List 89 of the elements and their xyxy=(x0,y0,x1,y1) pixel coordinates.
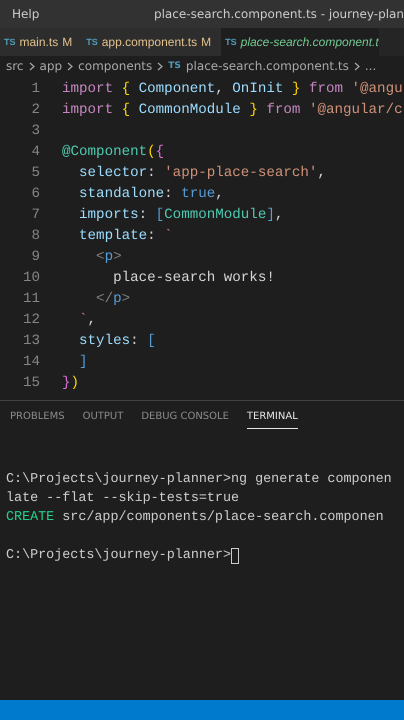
breadcrumb-item[interactable]: components xyxy=(78,59,152,73)
panel-tab[interactable]: OUTPUT xyxy=(82,411,124,429)
terminal-prompt: C:\Projects\journey-planner> xyxy=(6,548,231,563)
menu-item[interactable]: Help xyxy=(12,7,40,21)
code-token: CommonModule xyxy=(138,102,242,118)
chevron-icon xyxy=(354,62,360,70)
code-token: CommonModule xyxy=(164,206,266,222)
code-token: ` xyxy=(78,312,88,328)
line-number: 15 xyxy=(22,374,41,390)
code-token: template xyxy=(78,228,148,244)
code-token: > xyxy=(122,290,130,306)
code-token: p xyxy=(104,248,114,264)
line-number: 12 xyxy=(22,312,41,328)
code-token: { xyxy=(122,80,132,96)
code-token: Component xyxy=(138,80,216,96)
window-title: place-search.component.ts - journey-plan xyxy=(154,7,404,21)
line-number: 11 xyxy=(22,290,41,306)
code-token: ] xyxy=(78,354,88,370)
code-token: } xyxy=(292,80,302,96)
panel-tab[interactable]: TERMINAL xyxy=(246,411,298,429)
code-token: : xyxy=(147,164,157,180)
code-token: </ xyxy=(95,290,114,306)
code-token: selector xyxy=(78,164,148,180)
code-token: } xyxy=(249,102,259,118)
code-token: [ xyxy=(147,332,156,348)
code-token: true xyxy=(181,186,216,202)
code-token: , xyxy=(274,206,284,222)
code-token: } xyxy=(62,374,71,390)
code-token: from xyxy=(266,102,302,118)
line-number: 14 xyxy=(22,354,41,370)
code-token: > xyxy=(113,248,122,264)
terminal-text: CREATE xyxy=(6,510,54,525)
code-token: 'app-place-search' xyxy=(164,164,318,180)
editor-tab[interactable]: TS app.component.ts M xyxy=(82,28,222,56)
code-token: , xyxy=(215,80,225,96)
panel-tab[interactable]: PROBLEMS xyxy=(10,411,65,429)
line-number: 3 xyxy=(30,122,41,138)
code-token: < xyxy=(95,248,105,264)
code-token: : xyxy=(138,206,148,222)
code-token: ] xyxy=(266,206,275,222)
code-token: import xyxy=(62,80,114,96)
code-token: { xyxy=(156,144,164,160)
line-number: 5 xyxy=(30,164,41,180)
code-token: import xyxy=(62,102,114,118)
code-token: @Component xyxy=(62,144,148,160)
code-token: ` xyxy=(164,228,173,244)
code-token: , xyxy=(317,164,326,180)
editor-tab[interactable]: TS main.ts M xyxy=(0,28,82,56)
line-number: 10 xyxy=(22,270,41,286)
line-number: 8 xyxy=(30,228,41,244)
editor-tab[interactable]: TS place-search.component.t xyxy=(221,28,379,56)
code-token: , xyxy=(215,186,224,202)
code-token: { xyxy=(122,102,132,118)
code-token: imports xyxy=(78,206,139,222)
code-token: ( xyxy=(147,144,156,160)
text-cursor xyxy=(231,548,239,564)
code-token: from xyxy=(308,80,344,96)
terminal-text: src/app/components/place-search.componen xyxy=(61,510,384,525)
line-number: 4 xyxy=(30,144,41,160)
line-number: 9 xyxy=(30,248,41,264)
code-token: : xyxy=(130,332,140,348)
panel-tab[interactable]: DEBUG CONSOLE xyxy=(141,411,229,429)
line-number: 1 xyxy=(30,80,41,96)
code-token: styles xyxy=(78,332,130,348)
code-token: place-search works! xyxy=(112,270,275,286)
line-number: 13 xyxy=(22,332,41,348)
terminal-text: late --flat --skip-tests=true xyxy=(6,491,240,506)
chevron-icon xyxy=(67,62,74,70)
code-token: '@angular/c xyxy=(308,102,403,118)
terminal-text: C:\Projects\journey-planner>ng generate componen xyxy=(6,472,392,487)
code-token: '@angu xyxy=(352,80,403,96)
chevron-icon xyxy=(28,62,35,70)
code-token: p xyxy=(113,290,122,306)
file-type-icon: TS xyxy=(168,61,181,71)
breadcrumb-item[interactable]: place-search.component.ts xyxy=(186,59,349,73)
code-token: : xyxy=(164,186,174,202)
breadcrumb-item[interactable]: app xyxy=(40,59,62,73)
code-token: [ xyxy=(156,206,164,222)
code-token: ) xyxy=(70,374,80,390)
breadcrumb-item[interactable]: src xyxy=(6,59,24,73)
chevron-icon xyxy=(157,62,164,70)
code-token: OnInit xyxy=(232,80,284,96)
line-number: 2 xyxy=(30,102,41,118)
line-number: 7 xyxy=(30,206,41,222)
breadcrumb-item[interactable]: ... xyxy=(364,59,376,73)
code-token: , xyxy=(88,312,96,328)
code-token: standalone xyxy=(78,186,164,202)
code-token: : xyxy=(147,228,157,244)
line-number: 6 xyxy=(30,186,41,202)
